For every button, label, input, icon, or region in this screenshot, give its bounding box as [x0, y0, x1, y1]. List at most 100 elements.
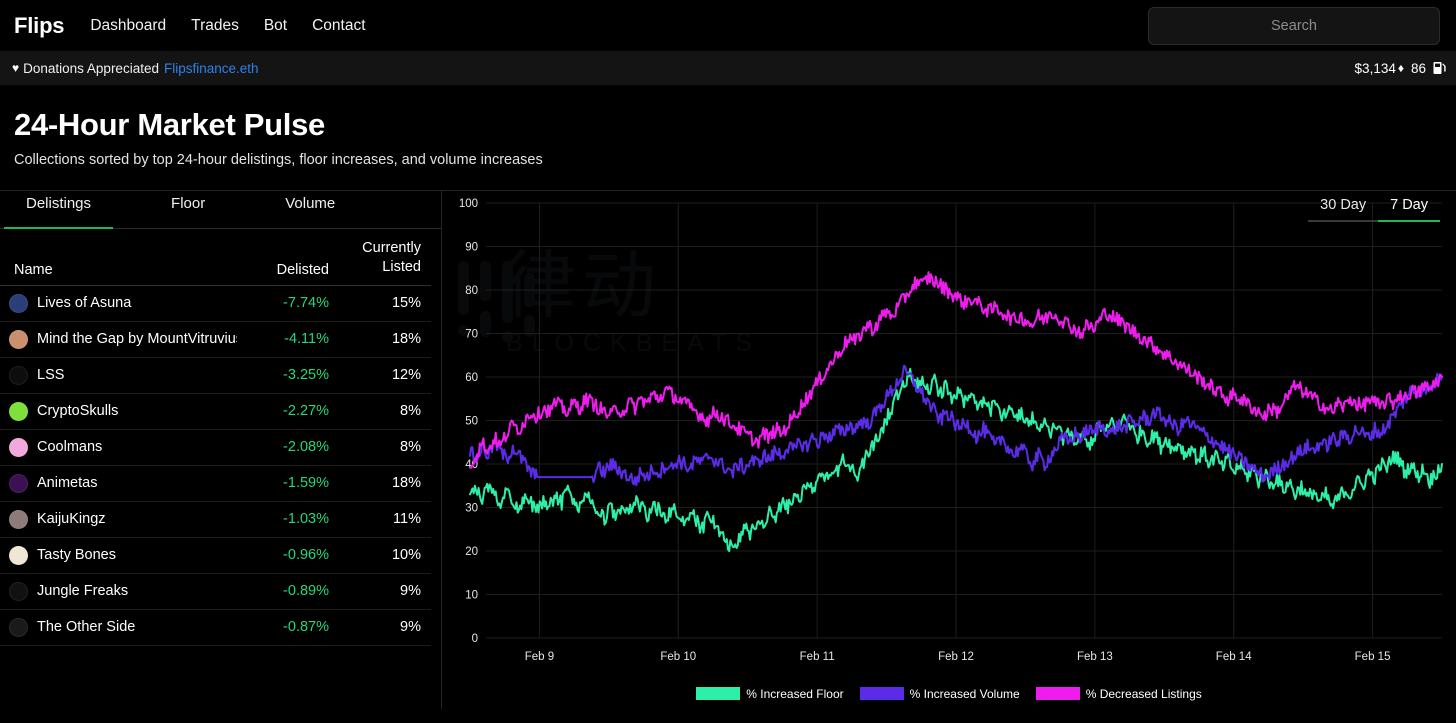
column-header-currently-listed: Currently Listed: [329, 239, 421, 278]
cell-collection-name: Jungle Freaks: [9, 581, 237, 601]
search-container: [1148, 6, 1440, 45]
ethereum-icon: ♦: [1397, 61, 1404, 75]
collection-name-label: LSS: [37, 367, 65, 384]
svg-text:30: 30: [465, 502, 478, 514]
table-header-row: Name Delisted Currently Listed: [0, 229, 431, 286]
collection-name-label: Jungle Freaks: [37, 583, 129, 600]
table-row[interactable]: Tasty Bones -0.96% 10%: [0, 538, 431, 574]
svg-text:Feb 11: Feb 11: [800, 651, 835, 663]
cell-collection-name: Animetas: [9, 473, 237, 493]
svg-text:100: 100: [459, 198, 478, 210]
table-tabs: Delistings Floor Volume: [0, 191, 441, 229]
cell-delisted-pct: -0.96%: [283, 547, 329, 564]
column-header-line1: Currently: [362, 239, 421, 256]
cell-delisted-pct: -3.25%: [283, 367, 329, 384]
svg-text:Feb 13: Feb 13: [1077, 651, 1113, 663]
cell-currently-listed-pct: 15%: [391, 295, 421, 312]
cell-collection-name: Coolmans: [9, 437, 237, 457]
eth-price-value: $3,134: [1354, 60, 1396, 76]
page-header: 24-Hour Market Pulse Collections sorted …: [0, 85, 1456, 168]
cell-delisted-pct: -4.11%: [284, 331, 329, 348]
legend-swatch-volume: [859, 687, 904, 701]
column-header-line2: Listed: [382, 259, 421, 276]
collections-panel: Delistings Floor Volume Name Delisted Cu…: [0, 189, 442, 709]
legend-label-floor: % Increased Floor: [746, 686, 844, 701]
collection-name-label: Tasty Bones: [37, 547, 116, 564]
collection-name-label: The Other Side: [37, 619, 136, 636]
svg-text:Feb 12: Feb 12: [938, 651, 974, 663]
nav-link-contact[interactable]: Contact: [312, 17, 365, 35]
svg-text:70: 70: [465, 328, 478, 340]
cell-currently-listed-pct: 11%: [393, 511, 421, 528]
tab-delistings[interactable]: Delistings: [4, 191, 114, 229]
cell-collection-name: Mind the Gap by MountVitruvius: [9, 329, 237, 349]
cell-currently-listed-pct: 8%: [400, 439, 421, 456]
cell-currently-listed-pct: 8%: [400, 403, 421, 420]
svg-text:Feb 10: Feb 10: [660, 651, 696, 663]
donation-address-link[interactable]: Flipsfinance.eth: [164, 61, 259, 76]
svg-text:60: 60: [465, 372, 478, 384]
cell-delisted-pct: -1.59%: [283, 475, 329, 492]
eth-price: $3,134 ♦: [1355, 61, 1404, 76]
gas-price-value: 86: [1410, 60, 1426, 76]
cell-delisted-pct: -0.89%: [283, 583, 329, 600]
collection-avatar: [9, 401, 28, 421]
range-7-day[interactable]: 7 Day: [1378, 194, 1440, 222]
table-body: Lives of Asuna -7.74% 15% Mind the Gap by M…: [0, 286, 431, 646]
cell-collection-name: Tasty Bones: [9, 545, 237, 565]
table-row[interactable]: Coolmans -2.08% 8%: [0, 430, 431, 466]
table-row[interactable]: KaijuKingz -1.03% 11%: [0, 502, 431, 538]
cell-currently-listed-pct: 18%: [391, 475, 421, 492]
tab-floor[interactable]: Floor: [113, 191, 227, 229]
cell-collection-name: LSS: [9, 365, 237, 385]
collection-avatar: [9, 509, 28, 529]
search-input[interactable]: [1148, 6, 1440, 45]
svg-text:Feb 14: Feb 14: [1216, 651, 1252, 663]
collection-name-label: Lives of Asuna: [37, 295, 132, 312]
legend-item-floor[interactable]: % Increased Floor: [696, 686, 844, 701]
cell-delisted-pct: -2.08%: [283, 439, 329, 456]
legend-item-listings[interactable]: % Decreased Listings: [1035, 687, 1202, 701]
nav-link-dashboard[interactable]: Dashboard: [90, 17, 166, 35]
svg-text:10: 10: [465, 589, 478, 601]
table-row[interactable]: Jungle Freaks -0.89% 9%: [0, 574, 431, 610]
collection-avatar: [9, 293, 28, 313]
table-row[interactable]: CryptoSkulls -2.27% 8%: [0, 394, 431, 430]
collection-avatar: [9, 329, 28, 349]
svg-text:Feb 15: Feb 15: [1355, 651, 1391, 663]
svg-text:Feb 9: Feb 9: [525, 651, 554, 663]
cell-delisted-pct: -1.03%: [283, 511, 329, 528]
tab-volume[interactable]: Volume: [227, 191, 357, 229]
legend-item-volume[interactable]: % Increased Volume: [859, 687, 1020, 701]
legend-swatch-floor: [696, 687, 741, 701]
table-row[interactable]: Mind the Gap by MountVitruvius -4.11% 18%: [0, 322, 431, 358]
top-navbar: Flips Dashboard Trades Bot Contact: [0, 0, 1456, 51]
table-row[interactable]: The Other Side -0.87% 9%: [0, 610, 431, 646]
collection-name-label: Coolmans: [37, 439, 103, 456]
table-row[interactable]: Animetas -1.59% 18%: [0, 466, 431, 502]
collection-name-label: Animetas: [37, 475, 98, 492]
svg-text:50: 50: [465, 415, 478, 427]
collection-avatar: [9, 581, 28, 601]
svg-text:90: 90: [465, 241, 478, 253]
chart-panel: 30 Day 7 Day 律动 BLOCKBEATS 0 10 20 30 40…: [442, 189, 1456, 709]
range-30-day[interactable]: 30 Day: [1308, 194, 1379, 222]
cell-currently-listed-pct: 9%: [400, 619, 421, 636]
range-toggle: 30 Day 7 Day: [1308, 194, 1440, 222]
table-row[interactable]: LSS -3.25% 12%: [0, 358, 431, 394]
svg-text:80: 80: [465, 285, 478, 297]
donation-bar: ♥ Donations Appreciated Flipsfinance.eth…: [0, 51, 1456, 85]
chart-legend: % Increased Floor % Increased Volume % D…: [442, 687, 1456, 701]
table-row[interactable]: Lives of Asuna -7.74% 15%: [0, 286, 431, 322]
page-title: 24-Hour Market Pulse: [14, 107, 325, 142]
brand-logo[interactable]: Flips: [14, 13, 65, 39]
collection-name-label: CryptoSkulls: [37, 403, 119, 420]
cell-collection-name: Lives of Asuna: [9, 293, 237, 313]
nav-link-trades[interactable]: Trades: [191, 17, 239, 35]
collections-table: Name Delisted Currently Listed Lives of …: [0, 229, 441, 646]
collection-avatar: [9, 617, 28, 637]
nav-link-bot[interactable]: Bot: [264, 17, 287, 35]
cell-currently-listed-pct: 18%: [391, 331, 421, 348]
cell-currently-listed-pct: 9%: [400, 583, 421, 600]
column-header-name: Name: [14, 261, 53, 278]
